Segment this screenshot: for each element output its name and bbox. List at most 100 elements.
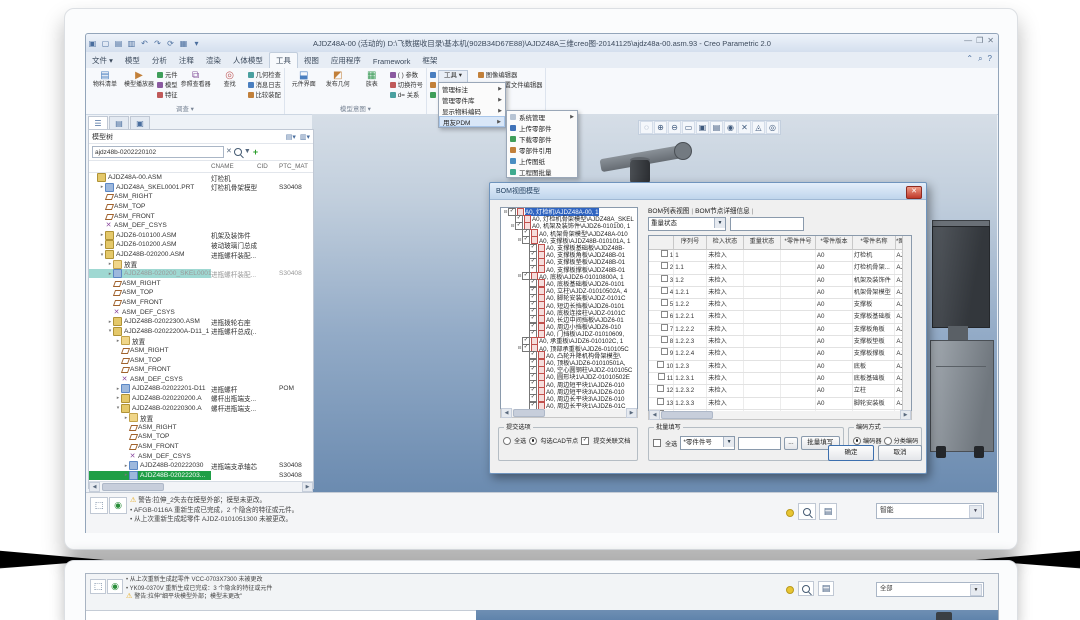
- ribbon-tab-5[interactable]: 渲染: [200, 53, 227, 68]
- ribbon-small-几何检查[interactable]: 几何检查: [248, 70, 281, 79]
- cancel-button[interactable]: 取消: [878, 445, 922, 461]
- tree-row[interactable]: ASM_FRONT: [89, 442, 313, 452]
- datum-display-icon[interactable]: ✕: [738, 121, 751, 134]
- ribbon-small-比较装配[interactable]: 比较装配: [248, 90, 281, 99]
- ribbon-small-d= 关系[interactable]: d= 关系: [390, 90, 423, 99]
- minimize-button[interactable]: —: [964, 36, 972, 45]
- tree-row[interactable]: ASM_TOP: [89, 355, 313, 365]
- help-icon[interactable]: ?: [988, 54, 992, 64]
- tree-filter-icon[interactable]: ▼: [244, 147, 251, 157]
- combo-caret-icon[interactable]: ▼: [969, 505, 982, 518]
- select-box-icon[interactable]: ▤: [819, 503, 837, 520]
- ribbon-tab-3[interactable]: 分析: [146, 53, 173, 68]
- scroll-thumb[interactable]: [661, 411, 713, 419]
- row-checkbox[interactable]: [661, 336, 668, 343]
- ribbon-tab-4[interactable]: 注释: [173, 53, 200, 68]
- accessibility-sphere-icon[interactable]: ◉: [109, 497, 127, 514]
- find-in-model-icon[interactable]: [798, 581, 814, 596]
- submenu-item-工程图批量[interactable]: 工程图批量: [507, 166, 577, 177]
- table-row[interactable]: 41.2.1未检入A0机架骨架模型AJDZ4: [649, 287, 911, 299]
- radio-class-encode[interactable]: [884, 437, 892, 445]
- table-row[interactable]: 81.2.2.3未检入A0支撑板垫板AJDZ4: [649, 336, 911, 348]
- table-row[interactable]: 21.1未检入A0灯检机骨架...AJDZ4: [649, 262, 911, 274]
- zoom-in-icon[interactable]: ⊕: [654, 121, 667, 134]
- column-ptc-mat[interactable]: PTC_MAT: [279, 163, 313, 170]
- tab-bom-list-view[interactable]: BOM列表视图: [648, 208, 689, 215]
- ribbon-button-族表[interactable]: ▦族表: [356, 69, 388, 89]
- ribbon-small-( ) 参数[interactable]: ( ) 参数: [390, 70, 423, 79]
- ribbon-button-参照查看器[interactable]: ⧉参照查看器: [180, 69, 212, 89]
- column-cid[interactable]: CID: [257, 163, 279, 170]
- accessibility-sphere-icon[interactable]: ◉: [107, 579, 123, 594]
- row-checkbox[interactable]: [661, 287, 668, 294]
- scroll-left-icon[interactable]: ◀: [501, 408, 512, 418]
- ribbon-tab-8[interactable]: 视图: [298, 53, 325, 68]
- row-checkbox[interactable]: [658, 373, 665, 380]
- menu-item-管理标注[interactable]: 管理标注▶: [439, 83, 505, 94]
- ribbon-group-label[interactable]: 模型意图 ▾: [285, 103, 426, 114]
- submenu-item-下载零部件[interactable]: 下载零部件: [507, 133, 577, 144]
- row-checkbox[interactable]: [657, 361, 664, 368]
- tree-row[interactable]: ▸AJDZ48B-02022300.ASM进瓶拨轮右座: [89, 317, 313, 327]
- tree-search-input[interactable]: [92, 146, 224, 158]
- table-row[interactable]: 11未检入A0灯检机AJDZ4: [649, 250, 911, 262]
- favorites-tab[interactable]: ▣: [130, 116, 150, 130]
- row-checkbox[interactable]: [657, 398, 664, 405]
- batch-more-button[interactable]: ...: [784, 437, 797, 450]
- tree-row[interactable]: ASM_RIGHT: [89, 422, 313, 432]
- find-in-model-icon[interactable]: [798, 503, 816, 520]
- table-row[interactable]: 111.2.3.1未检入A0底板基础板AJDZ6-: [649, 373, 911, 385]
- select-items-icon[interactable]: ⬚: [90, 497, 108, 514]
- tree-row[interactable]: ▸放置: [89, 413, 313, 423]
- scroll-right-icon[interactable]: ▶: [302, 482, 313, 492]
- row-checkbox[interactable]: [657, 385, 664, 392]
- tree-row[interactable]: ASM_TOP: [89, 202, 313, 212]
- tree-row[interactable]: ▾AJDZ48B-020200.ASM进瓶螺杆装配...: [89, 250, 313, 260]
- table-column-select[interactable]: [649, 236, 674, 249]
- table-row[interactable]: 101.2.3未检入A0底板AJDZ6-: [649, 361, 911, 373]
- ribbon-small-图像编辑器[interactable]: 图像编辑器: [478, 70, 543, 79]
- tree-row[interactable]: ▾AJDZ48B-020220300.A螺杆进瓶端支...: [89, 403, 313, 413]
- tree-row[interactable]: ▸AJDZ48A_SKEL0001.PRT灯检机骨架模型S30408: [89, 183, 313, 193]
- ribbon-tab-1[interactable]: 文件 ▾: [86, 53, 119, 68]
- filter-value-input[interactable]: [730, 217, 804, 231]
- view-manager-icon[interactable]: ◉: [724, 121, 737, 134]
- tree-row[interactable]: ASM_RIGHT: [89, 279, 313, 289]
- tree-row[interactable]: ASM_FRONT: [89, 211, 313, 221]
- scroll-right-icon[interactable]: ▶: [626, 408, 637, 418]
- ribbon-button-查找[interactable]: ◎查找: [214, 69, 246, 89]
- tree-row[interactable]: ▸AJDZ6-010200.ASM被动玻璃门总成: [89, 240, 313, 250]
- dialog-title-bar[interactable]: BOM视图模型: [490, 183, 926, 200]
- ribbon-button-元件界面[interactable]: ⬓元件界面: [288, 69, 320, 89]
- tree-row[interactable]: ▸AJDZ48B-02022201-D11进瓶螺杆POM: [89, 384, 313, 394]
- radio-encoder[interactable]: [853, 437, 861, 445]
- select-box-icon[interactable]: ▤: [818, 581, 834, 596]
- tree-row[interactable]: ✕ASM_DEF_CSYS: [89, 374, 313, 384]
- table-column-*零件版本[interactable]: *零件版本: [816, 236, 853, 249]
- tree-row[interactable]: ▸AJDZ48B-020200_SKEL0001进瓶螺杆装配...S30408: [89, 269, 313, 279]
- refit-icon[interactable]: ◌: [640, 121, 653, 134]
- ribbon-tab-6[interactable]: 人体模型: [227, 53, 269, 68]
- ribbon-small-消息日志[interactable]: 消息日志: [248, 80, 281, 89]
- menu-item-管理零件库[interactable]: 管理零件库▶: [439, 94, 505, 105]
- check-submit-docs[interactable]: ✓: [581, 437, 589, 445]
- spin-center-icon[interactable]: ◎: [766, 121, 779, 134]
- table-column-*零件名称[interactable]: *零件名称: [853, 236, 896, 249]
- saved-orientations-icon[interactable]: ▤: [710, 121, 723, 134]
- model-tree-hscrollbar[interactable]: ◀ ▶: [89, 481, 313, 491]
- tree-row[interactable]: ✕ASM_DEF_CSYS: [89, 307, 313, 317]
- table-row[interactable]: 61.2.2.1未检入A0支撑板基础板AJDZ4: [649, 311, 911, 323]
- table-column-序列号[interactable]: 序列号: [674, 236, 707, 249]
- ribbon-small-切换符号[interactable]: 切换符号: [390, 80, 423, 89]
- combo-caret-icon[interactable]: ▼: [970, 584, 982, 596]
- menu-item-用友PDM[interactable]: 用友PDM▶: [439, 116, 505, 127]
- tree-row[interactable]: ASM_TOP: [89, 288, 313, 298]
- scroll-left-icon[interactable]: ◀: [89, 482, 100, 492]
- ribbon-tab-10[interactable]: Framework: [367, 55, 417, 68]
- selection-filter-combo[interactable]: 智能 ▼: [876, 503, 984, 519]
- ribbon-small-特征[interactable]: 特征: [157, 90, 178, 99]
- scroll-thumb[interactable]: [102, 483, 164, 491]
- weight-status-dropdown[interactable]: 重量状态 ▼: [648, 217, 726, 231]
- table-row[interactable]: 121.2.3.2未检入A0立柱AJDZ-0: [649, 385, 911, 397]
- radio-select-all[interactable]: [503, 437, 511, 445]
